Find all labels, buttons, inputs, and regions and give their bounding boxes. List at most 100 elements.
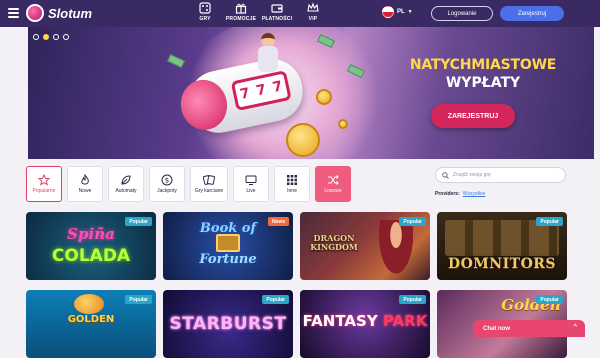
svg-text:$: $ xyxy=(165,177,169,185)
search-box[interactable] xyxy=(435,167,566,183)
game-title: DOMNITORS xyxy=(447,256,557,272)
cards-icon xyxy=(203,175,215,185)
popular-badge: Popular xyxy=(536,217,563,226)
rider-illustration xyxy=(253,33,281,79)
nav-label: VIP xyxy=(308,16,318,22)
rider-head xyxy=(261,33,275,47)
category-slots[interactable]: Automaty xyxy=(108,166,144,202)
hero-subtitle: WYPŁATY xyxy=(445,75,521,91)
chevron-down-icon: ▼ xyxy=(407,9,413,15)
top-bar: Slotum GRY PROMOCJE PŁATNOŚCI VIP PL ▼ L… xyxy=(0,0,600,27)
shuffle-icon xyxy=(328,175,339,185)
fish-icon xyxy=(74,294,104,314)
register-button[interactable]: Zarejestruj xyxy=(500,6,564,21)
game-tile[interactable]: Spiña COLADA Popular xyxy=(26,212,156,280)
game-title-word: FANTASY xyxy=(302,312,378,330)
menu-icon[interactable] xyxy=(8,8,19,18)
language-code: PL xyxy=(397,9,405,15)
logo[interactable]: Slotum xyxy=(26,4,92,22)
category-live[interactable]: Live xyxy=(233,166,269,202)
popular-badge: Popular xyxy=(399,295,426,304)
monitor-icon xyxy=(245,175,257,185)
game-tile[interactable]: STARBURST Popular xyxy=(163,290,293,358)
reel-symbol: 7 xyxy=(271,78,284,96)
reel-symbol: 7 xyxy=(238,85,252,103)
game-title: STARBURST xyxy=(169,314,287,334)
wallet-icon xyxy=(271,4,283,13)
category-other[interactable]: Inne xyxy=(274,166,310,202)
dollar-icon: $ xyxy=(161,174,173,186)
providers-filter: Providers: Wszystkie xyxy=(435,191,485,197)
book-icon xyxy=(216,234,240,252)
rider-body xyxy=(258,46,278,72)
popular-badge: Popular xyxy=(399,217,426,226)
login-button[interactable]: Logowanie xyxy=(431,6,493,21)
game-tile[interactable]: Book of Fortune News xyxy=(163,212,293,280)
category-label: Jackpoty xyxy=(157,188,177,194)
crown-icon xyxy=(307,2,319,12)
coin-icon xyxy=(338,119,348,129)
logo-mark-icon xyxy=(26,4,44,22)
game-title-line2: COLADA xyxy=(51,246,131,266)
category-label: Losowe xyxy=(324,188,342,194)
carousel-dot-active[interactable] xyxy=(43,34,49,40)
providers-link[interactable]: Wszystkie xyxy=(463,191,486,197)
game-tile[interactable]: GOLDEN Popular xyxy=(26,290,156,358)
nav-item-vip[interactable]: VIP xyxy=(300,2,326,22)
popular-badge: Popular xyxy=(262,295,289,304)
category-popular[interactable]: Popularne xyxy=(26,166,62,202)
games-icon xyxy=(199,2,211,14)
popular-badge: Popular xyxy=(125,295,152,304)
game-title: GOLDEN xyxy=(67,314,115,325)
hero-banner[interactable]: 7 7 7 NATYCHMIASTOWE WYPŁATY ZAREJESTRUJ xyxy=(28,27,594,159)
game-title: FANTASY PARK xyxy=(300,312,430,330)
category-card-games[interactable]: Gry karciane xyxy=(190,166,228,202)
hero-title: NATYCHMIASTOWE xyxy=(409,57,557,73)
category-label: Nowe xyxy=(78,188,92,194)
language-selector[interactable]: PL ▼ xyxy=(382,6,413,18)
game-title: DRAGON KINGDOM xyxy=(310,233,358,252)
poland-flag-icon xyxy=(382,6,394,18)
game-title-word: PARK xyxy=(382,312,428,330)
chat-label: Chat now xyxy=(483,325,510,332)
game-title-line2: Fortune xyxy=(199,252,257,267)
nav-item-payments[interactable]: PŁATNOŚCI xyxy=(261,2,293,22)
carousel-dot[interactable] xyxy=(33,34,39,40)
hero-register-button[interactable]: ZAREJESTRUJ xyxy=(431,104,515,128)
search-input[interactable] xyxy=(453,172,563,178)
popular-badge: Popular xyxy=(125,217,152,226)
category-new[interactable]: Nowe xyxy=(67,166,103,202)
search-icon xyxy=(442,171,449,179)
category-label: Automaty xyxy=(115,188,137,194)
carousel-dot[interactable] xyxy=(53,34,59,40)
category-label: Popularne xyxy=(32,188,56,194)
main-nav: GRY PROMOCJE PŁATNOŚCI VIP xyxy=(192,2,326,22)
category-label: Live xyxy=(246,188,256,194)
popular-badge: Popular xyxy=(536,295,563,304)
news-badge: News xyxy=(267,217,289,226)
chat-now-button[interactable]: Chat now ^ xyxy=(473,320,585,337)
category-label: Inne xyxy=(287,188,297,194)
game-title: Spiña xyxy=(67,225,115,243)
chevron-up-icon: ^ xyxy=(573,324,577,330)
coin-icon xyxy=(316,89,332,105)
coin-icon xyxy=(286,123,320,157)
nav-item-games[interactable]: GRY xyxy=(192,2,218,22)
star-icon xyxy=(38,174,50,186)
category-jackpots[interactable]: $ Jackpoty xyxy=(149,166,185,202)
carousel-dot[interactable] xyxy=(63,34,69,40)
nav-label: PŁATNOŚCI xyxy=(261,16,293,22)
grid-icon xyxy=(287,175,297,185)
nav-item-promotions[interactable]: PROMOCJE xyxy=(226,2,256,22)
category-random[interactable]: Losowe xyxy=(315,166,351,202)
nav-label: GRY xyxy=(199,16,211,22)
flame-icon xyxy=(81,174,89,185)
game-tile[interactable]: DRAGON KINGDOM Popular xyxy=(300,212,430,280)
game-tile[interactable]: FANTASY PARK Popular xyxy=(300,290,430,358)
gift-icon xyxy=(235,3,247,14)
category-label: Gry karciane xyxy=(194,188,224,194)
providers-label: Providers: xyxy=(435,191,460,197)
logo-text: Slotum xyxy=(48,5,93,21)
category-bar: Popularne Nowe Automaty $ Jackpoty Gry k… xyxy=(26,166,351,202)
game-tile[interactable]: DOMNITORS Popular xyxy=(437,212,567,280)
